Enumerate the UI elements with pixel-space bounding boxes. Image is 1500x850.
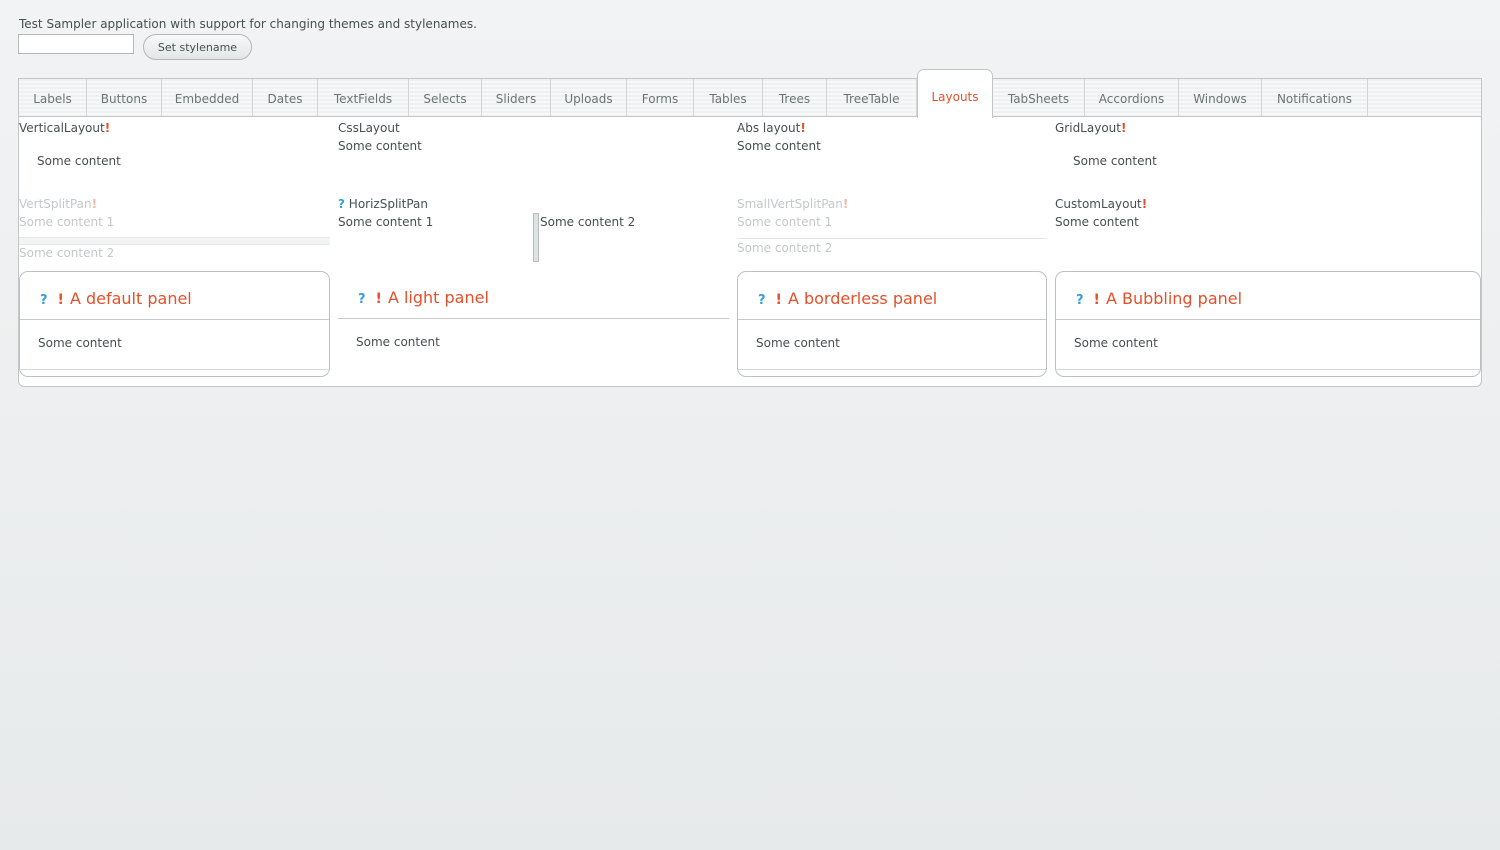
set-stylename-button[interactable]: Set stylename xyxy=(143,34,252,60)
required-indicator: ! xyxy=(842,197,849,211)
horiz-split-content-1: Some content 1 xyxy=(338,215,434,229)
small-vert-split-caption-text: SmallVertSplitPan xyxy=(737,197,843,211)
required-indicator: ! xyxy=(1093,292,1100,308)
tab-sliders[interactable]: Sliders xyxy=(482,79,551,116)
tab-selects[interactable]: Selects xyxy=(409,79,482,116)
help-icon[interactable]: ? xyxy=(1076,293,1084,308)
borderless-panel: ?! A borderless panel Some content xyxy=(737,271,1047,377)
panel-caption-text: A Bubbling panel xyxy=(1105,289,1243,308)
panel-caption: ?! A borderless panel xyxy=(758,289,937,308)
tab-embedded[interactable]: Embedded xyxy=(162,79,253,116)
intro-text: Test Sampler application with support fo… xyxy=(19,17,477,31)
default-panel: ?! A default panel Some content xyxy=(19,271,330,377)
vertical-layout-content: Some content xyxy=(37,154,121,168)
tab-windows[interactable]: Windows xyxy=(1179,79,1262,116)
abs-layout-content: Some content xyxy=(737,139,821,153)
help-icon[interactable]: ? xyxy=(758,293,766,308)
required-indicator: ! xyxy=(775,292,782,308)
tab-bar: Labels Buttons Embedded Dates TextFields… xyxy=(18,69,1482,118)
tab-trees[interactable]: Trees xyxy=(763,79,827,116)
panel-content: Some content xyxy=(1074,336,1158,350)
abs-layout-caption: Abs layout! xyxy=(737,121,806,135)
horiz-split-caption: ? HorizSplitPan xyxy=(338,197,428,211)
small-vert-split-handle[interactable] xyxy=(737,238,1047,239)
small-vert-split-caption: SmallVertSplitPan! xyxy=(737,197,848,211)
required-indicator: ! xyxy=(91,197,98,211)
horiz-split-handle[interactable] xyxy=(533,213,539,262)
required-indicator: ! xyxy=(800,121,806,135)
vertical-layout-caption-text: VerticalLayout xyxy=(19,121,105,135)
vert-split-handle[interactable] xyxy=(19,237,330,245)
panel-footer xyxy=(20,369,329,370)
panel-footer xyxy=(1056,369,1480,370)
required-indicator: ! xyxy=(375,291,382,307)
grid-layout-caption: GridLayout! xyxy=(1055,121,1126,135)
vert-split-content-1: Some content 1 xyxy=(19,215,115,229)
tab-accordions[interactable]: Accordions xyxy=(1085,79,1179,116)
required-indicator: ! xyxy=(1141,197,1148,211)
panel-content: Some content xyxy=(756,336,840,350)
help-icon[interactable]: ? xyxy=(40,293,48,308)
tab-notifications[interactable]: Notifications xyxy=(1262,79,1368,116)
vert-split-caption: VertSplitPan! xyxy=(19,197,97,211)
css-layout-content: Some content xyxy=(338,139,422,153)
panel-caption: ?! A Bubbling panel xyxy=(1076,289,1242,308)
light-panel: ?! A light panel Some content xyxy=(338,271,729,377)
custom-layout-content: Some content xyxy=(1055,215,1139,229)
tab-labels[interactable]: Labels xyxy=(19,79,87,116)
tab-uploads[interactable]: Uploads xyxy=(551,79,627,116)
custom-layout-caption-text: CustomLayout xyxy=(1055,197,1142,211)
small-vert-split-content-1: Some content 1 xyxy=(737,215,833,229)
tab-buttons[interactable]: Buttons xyxy=(87,79,162,116)
required-indicator: ! xyxy=(57,292,64,308)
panel-caption: ?! A light panel xyxy=(358,288,489,307)
tab-dates[interactable]: Dates xyxy=(253,79,318,116)
panel-caption-text: A light panel xyxy=(387,288,489,307)
vert-split-content-2: Some content 2 xyxy=(19,246,115,260)
help-icon[interactable]: ? xyxy=(338,197,345,211)
help-icon[interactable]: ? xyxy=(358,292,366,307)
tab-layouts[interactable]: Layouts xyxy=(917,69,993,118)
abs-layout-caption-text: Abs layout xyxy=(737,121,801,135)
panel-caption-text: A default panel xyxy=(69,289,192,308)
tab-tabsheets[interactable]: TabSheets xyxy=(993,79,1085,116)
small-vert-split-content-2: Some content 2 xyxy=(737,241,833,255)
tab-treetable[interactable]: TreeTable xyxy=(827,79,917,116)
panel-content: Some content xyxy=(38,336,122,350)
tab-forms[interactable]: Forms xyxy=(627,79,694,116)
css-layout-caption: CssLayout xyxy=(338,121,400,135)
vert-split-caption-text: VertSplitPan xyxy=(19,197,92,211)
required-indicator: ! xyxy=(1120,121,1127,135)
grid-layout-content: Some content xyxy=(1073,154,1157,168)
bubbling-panel: ?! A Bubbling panel Some content xyxy=(1055,271,1481,377)
panel-caption-text: A borderless panel xyxy=(787,289,938,308)
horiz-split-caption-text: HorizSplitPan xyxy=(348,197,428,211)
horiz-split-content-2: Some content 2 xyxy=(540,215,636,229)
panel-caption: ?! A default panel xyxy=(40,289,192,308)
grid-layout-caption-text: GridLayout xyxy=(1055,121,1121,135)
required-indicator: ! xyxy=(104,121,111,135)
tab-tables[interactable]: Tables xyxy=(694,79,763,116)
tab-textfields[interactable]: TextFields xyxy=(318,79,409,116)
panel-footer xyxy=(738,369,1046,370)
panel-content: Some content xyxy=(356,335,440,349)
stylename-input[interactable] xyxy=(18,34,134,54)
vertical-layout-caption: VerticalLayout! xyxy=(19,121,110,135)
custom-layout-caption: CustomLayout! xyxy=(1055,197,1147,211)
